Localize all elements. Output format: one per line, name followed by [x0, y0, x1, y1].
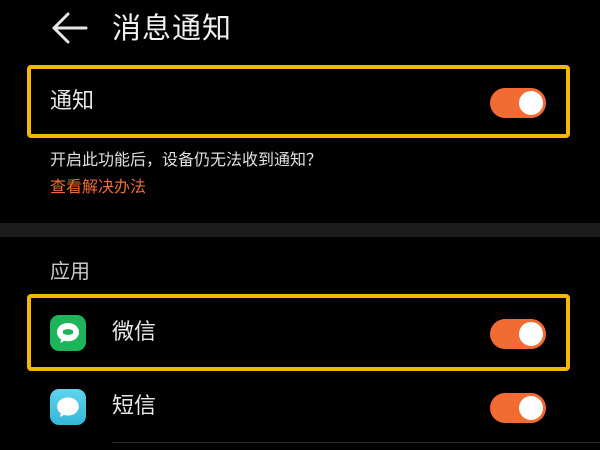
notification-hint: 开启此功能后，设备仍无法收到通知？ [50, 150, 323, 169]
wechat-toggle[interactable] [490, 319, 546, 349]
toggle-knob [519, 322, 543, 346]
sms-label: 短信 [112, 394, 157, 419]
wechat-icon [50, 315, 86, 351]
notification-label: 通知 [50, 89, 95, 114]
toggle-knob [519, 91, 543, 115]
wechat-label: 微信 [112, 320, 157, 345]
wechat-highlight-frame [27, 294, 570, 371]
page-title: 消息通知 [112, 11, 233, 45]
sms-toggle[interactable] [490, 393, 546, 423]
section-divider [0, 223, 600, 237]
sms-icon [50, 389, 86, 425]
notification-highlight-frame [27, 65, 570, 138]
solution-link[interactable]: 查看解决办法 [50, 176, 146, 198]
apps-section-title: 应用 [50, 259, 90, 283]
notification-toggle[interactable] [490, 88, 546, 118]
back-arrow-icon[interactable] [46, 10, 92, 46]
list-divider [112, 442, 600, 443]
toggle-knob [519, 396, 543, 420]
header: 消息通知 [0, 0, 600, 60]
